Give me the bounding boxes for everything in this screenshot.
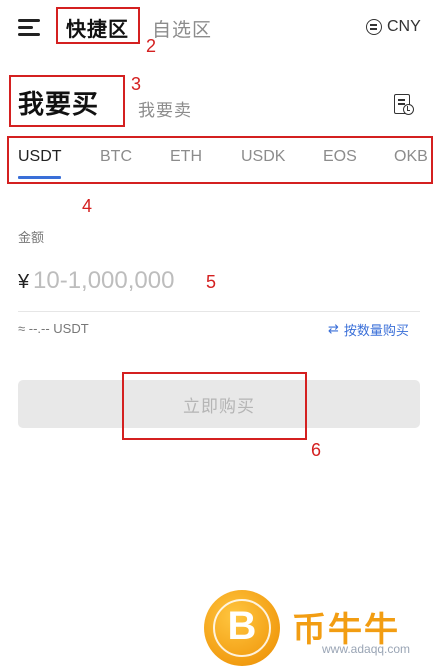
menu-icon[interactable] (18, 16, 42, 38)
annotation-number: 5 (206, 272, 217, 292)
swap-icon: ⇄ (328, 322, 339, 337)
currency-label: CNY (387, 18, 421, 35)
annotation-number: 6 (311, 440, 322, 460)
currency-selector[interactable]: CNY (366, 18, 421, 36)
buy-by-quantity-label: 按数量购买 (343, 324, 409, 339)
annotation-box-buy (9, 75, 125, 127)
amount-input[interactable] (33, 264, 293, 298)
divider (18, 311, 420, 312)
amount-label: 金额 (18, 231, 45, 246)
buy-by-quantity-link[interactable]: ⇄ 按数量购买 (328, 320, 409, 339)
currency-symbol: ¥ (18, 271, 30, 293)
approx-quantity: ≈ --.-- USDT (18, 321, 89, 336)
order-history-icon[interactable] (394, 94, 414, 116)
logo-symbol: B (227, 604, 257, 648)
tab-sell[interactable]: 我要卖 (138, 96, 192, 121)
watermark-site: www.adaqq.com (322, 642, 411, 656)
annotation-number: 4 (82, 196, 93, 216)
annotation-box-buy-button (122, 372, 307, 440)
annotation-number: 2 (146, 36, 157, 56)
tab-custom-zone[interactable]: 自选区 (152, 15, 212, 42)
annotation-box-quick-zone (56, 7, 140, 44)
currency-exchange-icon (366, 19, 382, 35)
annotation-box-coin-tabs (7, 136, 433, 184)
bitcoin-logo-icon: B (204, 590, 280, 666)
annotation-number: 3 (131, 74, 142, 94)
